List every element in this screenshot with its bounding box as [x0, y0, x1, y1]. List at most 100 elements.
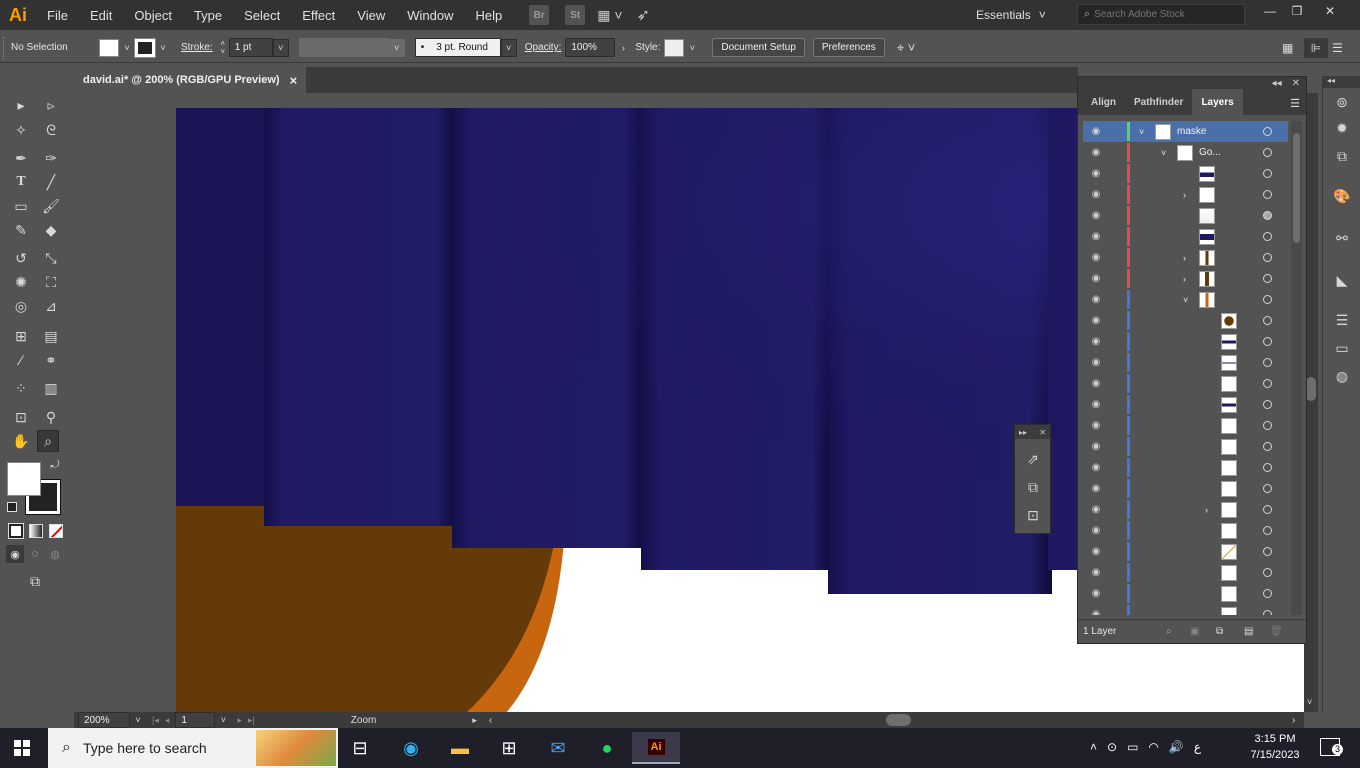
layer-row[interactable]: ◉: [1083, 436, 1288, 457]
tab-align[interactable]: Align: [1082, 89, 1125, 115]
color-mode-icon[interactable]: [8, 523, 24, 539]
locate-object-icon[interactable]: ⌕: [1166, 626, 1172, 637]
task-view-icon[interactable]: ⊟: [340, 732, 380, 764]
eye-icon[interactable]: ◉: [1089, 399, 1103, 410]
draw-normal-icon[interactable]: ◉: [6, 545, 24, 563]
scale-tool-icon[interactable]: ⤡: [40, 247, 62, 269]
menu-edit[interactable]: Edit: [79, 8, 123, 23]
illustrator-logo[interactable]: Ai: [0, 0, 36, 30]
tab-layers[interactable]: Layers: [1192, 89, 1243, 115]
none-mode-icon[interactable]: [49, 524, 63, 538]
stroke-weight-field[interactable]: 1 pt: [228, 38, 273, 57]
eye-icon[interactable]: ◉: [1089, 168, 1103, 179]
rotate-tool-icon[interactable]: ↺: [10, 247, 32, 269]
layer-row[interactable]: ◉ ˅ Go...: [1083, 142, 1288, 163]
target-icon[interactable]: [1263, 463, 1272, 472]
swap-fill-stroke-icon[interactable]: ⤾: [48, 458, 62, 472]
target-icon[interactable]: [1263, 589, 1272, 598]
close-window-button[interactable]: ✕: [1316, 0, 1344, 22]
layer-row[interactable]: ◉: [1083, 604, 1288, 615]
zoom-dropdown[interactable]: ˅: [130, 715, 146, 725]
line-tool-icon[interactable]: ╱: [40, 171, 62, 193]
export-icon[interactable]: ⇗: [1023, 449, 1043, 469]
artboards-panel-icon[interactable]: ⊡: [1023, 505, 1043, 525]
close-tab-icon[interactable]: ×: [290, 73, 298, 88]
make-clipping-mask-icon[interactable]: ▣: [1190, 626, 1199, 637]
align-panel-icon[interactable]: ☰: [1332, 310, 1352, 330]
taskbar-search[interactable]: ⌕ Type here to search: [48, 728, 338, 768]
document-tab[interactable]: david.ai* @ 200% (RGB/GPU Preview) ×: [74, 67, 306, 93]
stock-icon[interactable]: St: [565, 5, 586, 25]
close-panel-group-icon[interactable]: ✕: [1292, 78, 1300, 89]
perspective-grid-tool-icon[interactable]: ⊿: [40, 295, 62, 317]
eye-icon[interactable]: ◉: [1089, 504, 1103, 515]
target-icon[interactable]: [1263, 421, 1272, 430]
fill-color-box[interactable]: [7, 462, 41, 496]
zoom-level-field[interactable]: 200%: [78, 712, 130, 728]
gradient-mode-icon[interactable]: [29, 524, 43, 538]
menu-select[interactable]: Select: [233, 8, 291, 23]
style-dropdown[interactable]: ˅: [684, 39, 700, 57]
target-icon[interactable]: [1263, 400, 1272, 409]
horizontal-scroll-thumb[interactable]: [886, 714, 911, 726]
warp-tool-icon[interactable]: ✺: [10, 271, 32, 293]
illustrator-taskbar-icon[interactable]: Ai: [632, 732, 680, 764]
target-icon[interactable]: [1263, 442, 1272, 451]
menu-help[interactable]: Help: [464, 8, 513, 23]
scroll-left-icon[interactable]: ‹: [489, 715, 492, 726]
shape-builder-tool-icon[interactable]: ◎: [10, 295, 32, 317]
chevron-down-icon[interactable]: ˅: [1161, 148, 1166, 158]
eye-icon[interactable]: ◉: [1089, 357, 1103, 368]
menu-object[interactable]: Object: [123, 8, 183, 23]
layer-row[interactable]: ◉ ›: [1083, 247, 1288, 268]
collapse-panel-icon[interactable]: ◂◂: [1272, 78, 1282, 89]
layers-scroll-thumb[interactable]: [1293, 133, 1300, 243]
close-panel-icon[interactable]: ✕: [1039, 428, 1046, 437]
edge-icon[interactable]: ◉: [391, 732, 431, 764]
selection-tool-icon[interactable]: ▸: [10, 94, 32, 116]
layer-row[interactable]: ◉: [1083, 205, 1288, 226]
gradient-tool-icon[interactable]: ▤: [40, 325, 62, 347]
screen-mode-icon[interactable]: ⧉: [24, 570, 46, 592]
artboard-dropdown[interactable]: ˅: [215, 715, 231, 725]
target-icon[interactable]: [1263, 379, 1272, 388]
layer-row[interactable]: ◉: [1083, 394, 1288, 415]
eye-icon[interactable]: ◉: [1089, 210, 1103, 221]
arrange-documents-icon[interactable]: ▦ ˅: [597, 7, 622, 24]
target-icon[interactable]: [1263, 316, 1272, 325]
battery-icon[interactable]: ▭: [1127, 740, 1138, 754]
eye-icon[interactable]: ◉: [1089, 441, 1103, 452]
windows-start-icon[interactable]: [14, 740, 30, 756]
stroke-weight-dropdown[interactable]: ˅: [272, 38, 289, 57]
free-transform-tool-icon[interactable]: ⛶: [40, 271, 62, 293]
first-artboard-icon[interactable]: |◂: [152, 715, 159, 726]
target-icon[interactable]: [1263, 484, 1272, 493]
transparency-icon[interactable]: ◍: [1332, 366, 1352, 386]
chevron-right-icon[interactable]: ›: [1183, 274, 1186, 284]
panel-menu-icon[interactable]: ☰: [1290, 97, 1300, 110]
volume-icon[interactable]: 🔊: [1169, 740, 1184, 754]
eye-icon[interactable]: ◉: [1089, 315, 1103, 326]
camera-icon[interactable]: ⊙: [1107, 740, 1117, 754]
eye-icon[interactable]: ◉: [1089, 231, 1103, 242]
layer-row[interactable]: ◉ ˅: [1083, 289, 1288, 310]
lasso-tool-icon[interactable]: ᘓ: [40, 119, 62, 141]
layer-row[interactable]: ◉ ›: [1083, 268, 1288, 289]
eye-icon[interactable]: ◉: [1089, 588, 1103, 599]
layer-row[interactable]: ◉: [1083, 415, 1288, 436]
file-explorer-icon[interactable]: ▬: [440, 732, 480, 764]
target-icon[interactable]: [1263, 127, 1272, 136]
layer-row[interactable]: ◉: [1083, 163, 1288, 184]
chevron-right-icon[interactable]: ›: [1205, 505, 1208, 515]
draw-inside-icon[interactable]: ◍: [46, 545, 64, 563]
last-artboard-icon[interactable]: ▸|: [248, 715, 255, 726]
eye-icon[interactable]: ◉: [1089, 567, 1103, 578]
rectangle-tool-icon[interactable]: ▭: [10, 195, 32, 217]
scroll-down-icon[interactable]: ˅: [1307, 697, 1312, 707]
scroll-right-icon[interactable]: ›: [1292, 715, 1295, 726]
target-icon[interactable]: [1263, 232, 1272, 241]
appearance-icon[interactable]: ✹: [1332, 118, 1352, 138]
hamburger-menu-icon[interactable]: ☰: [1332, 41, 1343, 55]
target-icon[interactable]: [1263, 253, 1272, 262]
taskbar-clock[interactable]: 3:15 PM 7/15/2023: [1246, 731, 1304, 763]
